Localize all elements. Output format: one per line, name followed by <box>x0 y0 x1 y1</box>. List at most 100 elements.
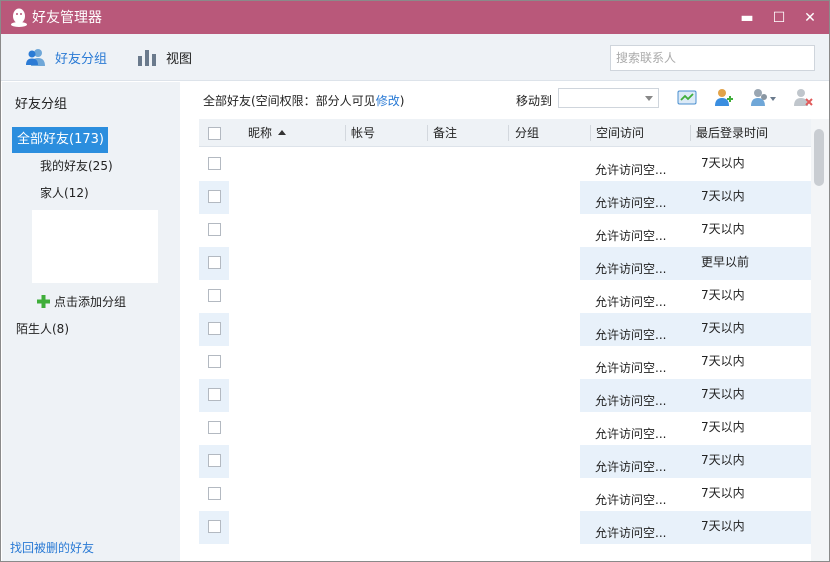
redacted-group-area <box>32 210 158 283</box>
sidebar-item-all-friends[interactable]: 全部好友(173) <box>12 127 108 153</box>
maximize-button[interactable]: ☐ <box>769 8 789 28</box>
row-checkbox[interactable] <box>208 223 221 236</box>
column-account[interactable]: 帐号 <box>351 119 375 147</box>
row-checkbox[interactable] <box>208 388 221 401</box>
sidebar-item-my-friends[interactable]: 我的好友(25) <box>40 157 113 174</box>
window-title: 好友管理器 <box>32 10 102 26</box>
column-remark[interactable]: 备注 <box>433 119 457 147</box>
last-login-cell: 7天以内 <box>690 445 811 478</box>
space-access-cell: 允许访问空... <box>580 247 690 280</box>
sidebar-item-family[interactable]: 家人(12) <box>40 184 89 201</box>
list-header-bar: 全部好友(空间权限：部分人可见修改) 移动到 <box>180 82 829 118</box>
sidebar-header: 好友分组 <box>15 97 68 112</box>
row-checkbox[interactable] <box>208 256 221 269</box>
groups-tab-label: 好友分组 <box>55 51 108 67</box>
column-last-login[interactable]: 最后登录时间 <box>696 119 768 147</box>
row-checkbox-cell <box>199 280 229 313</box>
friend-list-panel: 全部好友(空间权限：部分人可见修改) 移动到 昵称 帐号 备注 分组 空间访问 … <box>180 82 829 561</box>
space-access-cell: 允许访问空... <box>595 229 667 243</box>
row-checkbox-cell <box>199 379 229 412</box>
space-access-cell: 允许访问空... <box>580 313 690 346</box>
last-login-cell: 7天以内 <box>701 486 745 500</box>
column-space-access[interactable]: 空间访问 <box>596 119 644 147</box>
row-checkbox[interactable] <box>208 421 221 434</box>
delete-friend-icon[interactable] <box>792 87 814 109</box>
move-to-label: 移动到 <box>516 94 553 108</box>
last-login-cell: 7天以内 <box>690 313 811 346</box>
friend-options-dropdown-icon[interactable] <box>748 87 778 109</box>
space-access-cell: 允许访问空... <box>595 427 667 441</box>
row-checkbox-cell <box>199 247 229 280</box>
table-header: 昵称 帐号 备注 分组 空间访问 最后登录时间 <box>199 119 811 147</box>
modify-permission-link[interactable]: 修改 <box>376 94 400 108</box>
last-login-cell: 7天以内 <box>701 156 745 170</box>
row-checkbox-cell <box>199 181 229 214</box>
recover-deleted-friends-link[interactable]: 找回被删的好友 <box>10 539 94 556</box>
last-login-cell: 7天以内 <box>701 288 745 302</box>
bar-chart-icon <box>138 50 156 66</box>
row-checkbox[interactable] <box>208 487 221 500</box>
row-checkbox[interactable] <box>208 454 221 467</box>
last-login-cell: 更早以前 <box>690 247 811 280</box>
minimize-button[interactable]: ▬ <box>737 8 757 28</box>
send-message-icon[interactable] <box>676 87 698 109</box>
column-nickname-label: 昵称 <box>248 126 273 140</box>
view-tab-label: 视图 <box>166 51 193 67</box>
title-bar[interactable]: 好友管理器 ▬ ☐ ✕ <box>1 1 829 34</box>
row-checkbox[interactable] <box>208 355 221 368</box>
last-login-cell: 7天以内 <box>701 354 745 368</box>
move-to-select[interactable] <box>558 88 659 108</box>
space-access-cell: 允许访问空... <box>595 493 667 507</box>
plus-icon <box>37 294 50 308</box>
row-checkbox-cell <box>199 412 229 445</box>
vertical-scrollbar[interactable] <box>811 119 829 561</box>
row-checkbox[interactable] <box>208 322 221 335</box>
groups-tab[interactable]: 好友分组 <box>25 46 107 68</box>
add-friend-icon[interactable] <box>712 87 734 109</box>
permission-prefix: 全部好友(空间权限：部分人可见 <box>203 94 376 108</box>
column-divider <box>590 125 591 141</box>
qq-penguin-icon <box>11 8 27 27</box>
last-login-cell: 7天以内 <box>690 379 811 412</box>
row-checkbox[interactable] <box>208 289 221 302</box>
group-sidebar: 好友分组 全部好友(173) 我的好友(25) 家人(12) 点击添加分组 陌生… <box>2 82 180 561</box>
row-checkbox-cell <box>199 511 229 544</box>
search-input[interactable] <box>610 45 815 71</box>
row-checkbox[interactable] <box>208 157 221 170</box>
toolbar: 好友分组 视图 <box>1 34 829 81</box>
column-divider <box>690 125 691 141</box>
friend-table: 昵称 帐号 备注 分组 空间访问 最后登录时间 允许访问空... 7天以内 允许访问… <box>199 119 811 561</box>
column-divider <box>345 125 346 141</box>
space-access-cell: 允许访问空... <box>580 445 690 478</box>
sidebar-item-strangers[interactable]: 陌生人(8) <box>16 320 69 337</box>
space-access-cell: 允许访问空... <box>580 511 690 544</box>
row-checkbox[interactable] <box>208 190 221 203</box>
friends-group-icon <box>26 49 45 66</box>
friend-manager-window: 好友管理器 ▬ ☐ ✕ 好友分组 视图 好友分组 全部好友(17 <box>0 0 830 562</box>
row-checkbox[interactable] <box>208 520 221 533</box>
permission-suffix: ) <box>399 94 405 108</box>
row-checkbox-cell <box>199 313 229 346</box>
last-login-cell: 7天以内 <box>690 511 811 544</box>
row-checkbox-cell <box>199 148 229 181</box>
column-group[interactable]: 分组 <box>515 119 539 147</box>
view-tab[interactable]: 视图 <box>136 46 192 68</box>
sort-ascending-icon <box>278 130 287 135</box>
space-access-cell: 允许访问空... <box>595 295 667 309</box>
column-divider <box>427 125 428 141</box>
scrollbar-thumb[interactable] <box>814 129 824 186</box>
space-access-cell: 允许访问空... <box>595 163 667 177</box>
chevron-down-icon <box>645 96 653 101</box>
select-all-checkbox[interactable] <box>208 127 221 140</box>
close-button[interactable]: ✕ <box>800 8 820 28</box>
add-group-button[interactable]: 点击添加分组 <box>37 293 126 309</box>
row-checkbox-cell <box>199 445 229 478</box>
redacted-friend-details <box>229 148 580 561</box>
add-group-label: 点击添加分组 <box>54 294 127 309</box>
last-login-cell: 7天以内 <box>690 181 811 214</box>
row-checkbox-cell <box>199 346 229 379</box>
last-login-cell: 7天以内 <box>701 420 745 434</box>
space-access-cell: 允许访问空... <box>580 379 690 412</box>
column-nickname[interactable]: 昵称 <box>248 119 287 147</box>
column-divider <box>508 125 509 141</box>
